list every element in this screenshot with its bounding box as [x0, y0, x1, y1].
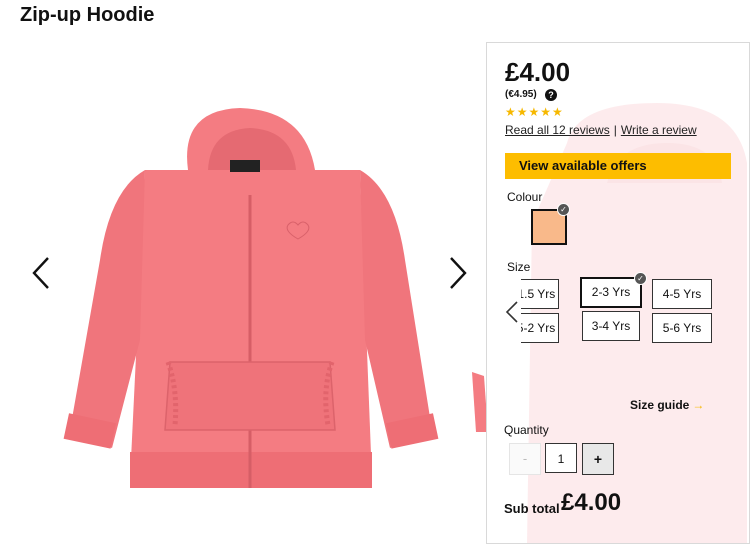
quantity-label: Quantity: [504, 423, 549, 437]
product-image: [63, 108, 439, 488]
arrow-right-icon: →: [692, 398, 705, 412]
question-circle-icon[interactable]: ?: [545, 89, 557, 101]
review-links: Read all 12 reviews | Write a review: [505, 123, 697, 137]
size-option-5-6[interactable]: 5-6 Yrs: [652, 313, 712, 343]
size-option-4-5[interactable]: 4-5 Yrs: [652, 279, 712, 309]
purchase-panel: £4.00 (€4.95) ? ★★★★★ Read all 12 review…: [486, 42, 750, 544]
gallery-prev-arrow-icon[interactable]: [31, 256, 51, 290]
check-icon: ✓: [634, 272, 647, 285]
review-separator: |: [613, 123, 617, 137]
quantity-decrease-button[interactable]: -: [509, 443, 541, 475]
product-title: Zip-up Hoodie: [20, 4, 155, 26]
size-option-2-3-selected[interactable]: 2-3 Yrs: [580, 277, 642, 308]
size-option-3-4[interactable]: 3-4 Yrs: [582, 311, 640, 341]
size-options: 1-1.5 Yrs 2-3 Yrs 4-5 Yrs 1.5-2 Yrs 3-4 …: [521, 277, 717, 349]
colour-label: Colour: [507, 190, 543, 204]
subtotal-label: Sub total: [504, 501, 560, 516]
alternate-currency-price: (€4.95): [505, 89, 537, 100]
gallery-next-arrow-icon[interactable]: [448, 256, 468, 290]
size-guide-label: Size guide: [630, 398, 690, 412]
subtotal-value: £4.00: [561, 489, 622, 516]
size-label: Size: [507, 260, 531, 274]
size-carousel-prev-icon[interactable]: [505, 301, 519, 323]
view-offers-button[interactable]: View available offers: [505, 153, 731, 179]
size-guide-link[interactable]: Size guide →: [630, 398, 704, 412]
read-reviews-link[interactable]: Read all 12 reviews: [505, 123, 610, 137]
write-review-link[interactable]: Write a review: [621, 123, 697, 137]
quantity-increase-button[interactable]: +: [582, 443, 614, 475]
product-price: £4.00: [505, 57, 571, 87]
quantity-input[interactable]: 1: [545, 443, 577, 473]
size-option-1-1.5[interactable]: 1-1.5 Yrs: [521, 279, 559, 309]
check-icon: ✓: [557, 203, 570, 216]
rating-stars: ★★★★★: [505, 105, 564, 119]
size-option-1.5-2[interactable]: 1.5-2 Yrs: [521, 313, 559, 343]
